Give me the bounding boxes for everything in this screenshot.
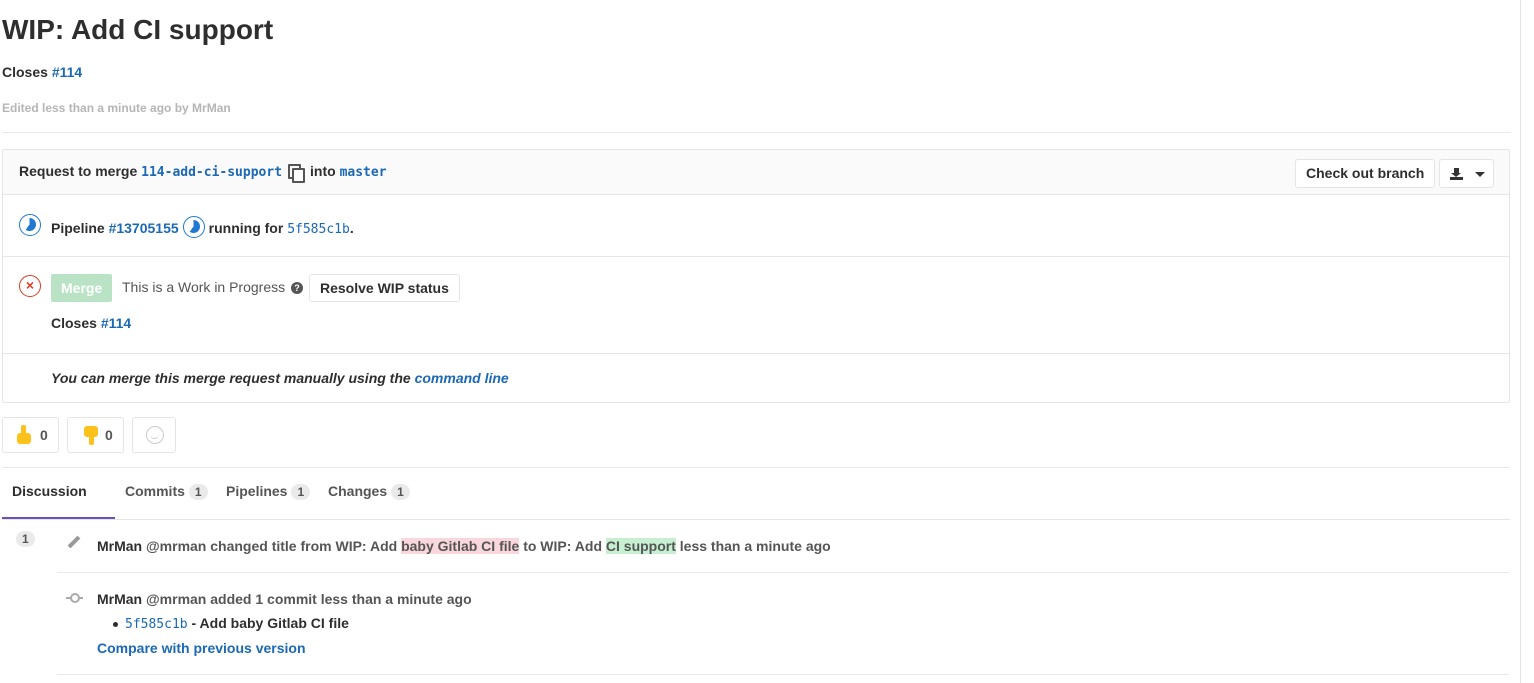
source-branch-link[interactable]: 114-add-ci-support [141, 165, 282, 180]
thumbsup-count: 0 [40, 427, 48, 443]
request-text: Request to merge [19, 163, 142, 179]
author-link[interactable]: MrMan [97, 538, 142, 554]
note-text: MrMan @mrman added 1 commit less than a … [97, 591, 472, 607]
command-line-text: You can merge this merge request manuall… [51, 370, 415, 386]
merge-row: × Merge This is a Work in Progress ? Res… [3, 257, 1509, 354]
target-branch-link[interactable]: master [340, 165, 387, 180]
add-reaction-button[interactable] [132, 417, 176, 453]
tab-discussion[interactable]: Discussion 1 [2, 468, 115, 547]
check-out-branch-button[interactable]: Check out branch [1295, 159, 1436, 188]
tab-count-badge: 1 [188, 484, 208, 500]
tab-count-badge: 1 [16, 531, 35, 547]
branch-info: Request to merge 114-add-ci-support into … [19, 163, 387, 183]
wip-text: This is a Work in Progress [122, 279, 286, 295]
thumbsdown-award-button[interactable]: 0 [67, 417, 124, 453]
command-line-link[interactable]: command line [415, 370, 509, 386]
pipeline-row: Pipeline #13705155 running for 5f585c1b. [3, 195, 1509, 257]
tab-label: Discussion [12, 483, 87, 499]
pipeline-status-text: running for [208, 220, 288, 236]
author-handle: @mrman [146, 591, 207, 607]
command-line-info: You can merge this merge request manuall… [51, 370, 509, 386]
note-body: changed title from WIP: Add [206, 538, 402, 554]
tab-changes[interactable]: Changes 1 [318, 468, 420, 519]
page-title: WIP: Add CI support [2, 14, 274, 45]
thumbsup-award-button[interactable]: 0 [2, 417, 59, 453]
commit-link[interactable]: 5f585c1b [287, 222, 350, 237]
removed-text: baby Gitlab CI file [401, 538, 520, 554]
mr-description: Closes #114 [2, 64, 82, 80]
status-running-icon[interactable] [182, 216, 205, 238]
thumbsdown-icon [80, 425, 100, 445]
note-body: added 1 commit less than a minute ago [206, 591, 472, 607]
divider [1520, 0, 1521, 683]
command-line-row: You can merge this merge request manuall… [3, 354, 1509, 402]
tab-pipelines[interactable]: Pipelines 1 [216, 468, 320, 519]
system-note: MrMan @mrman added 1 commit less than a … [57, 573, 1509, 675]
note-text: MrMan @mrman changed title from WIP: Add… [97, 538, 831, 554]
thumbsdown-count: 0 [105, 427, 113, 443]
pipeline-info: Pipeline #13705155 running for 5f585c1b. [51, 216, 354, 238]
commit-icon [66, 593, 83, 603]
merge-button: Merge [51, 274, 113, 302]
commit-message: - Add baby Gitlab CI file [187, 615, 349, 631]
issue-link[interactable]: #114 [101, 315, 131, 331]
added-text: CI support [605, 538, 676, 554]
description-text: Closes [2, 64, 52, 80]
compare-link[interactable]: Compare with previous version [97, 640, 306, 656]
question-icon[interactable]: ? [291, 282, 304, 294]
tab-label: Changes [328, 483, 388, 499]
smiley-icon [146, 426, 164, 444]
author-handle: @mrman [146, 538, 207, 554]
pipeline-link[interactable]: #13705155 [109, 220, 179, 236]
note-body: to WIP: Add [519, 538, 606, 554]
divider [2, 132, 1511, 133]
widget-header: Request to merge 114-add-ci-support into … [3, 150, 1509, 195]
author-link[interactable]: MrMan [97, 591, 142, 607]
tab-commits[interactable]: Commits 1 [115, 468, 218, 519]
merge-request-widget: Request to merge 114-add-ci-support into … [2, 149, 1510, 403]
mr-tabs: Discussion1 Commits 1 Pipelines 1 Changes 1 [2, 468, 1510, 547]
note-time: less than a minute ago [675, 538, 831, 554]
download-dropdown-button[interactable] [1439, 159, 1494, 188]
commit-link[interactable]: 5f585c1b [125, 617, 188, 632]
edited-info: Edited less than a minute ago by MrMan [2, 101, 231, 115]
status-running-icon[interactable] [19, 214, 41, 236]
resolve-wip-button[interactable]: Resolve WIP status [309, 274, 460, 302]
download-icon [1450, 168, 1463, 180]
copy-icon[interactable] [288, 164, 306, 183]
chevron-down-icon [1475, 172, 1485, 177]
period-text: . [349, 220, 354, 236]
system-note: MrMan @mrman changed title from WIP: Add… [57, 520, 1509, 573]
into-text: into [310, 163, 340, 179]
status-failed-icon: × [19, 275, 41, 297]
closes-info: Closes #114 [51, 315, 131, 331]
issue-link[interactable]: #114 [52, 64, 82, 80]
list-item: 5f585c1b - Add baby Gitlab CI file [113, 615, 349, 632]
pipeline-text: Pipeline [51, 220, 109, 236]
thumbsup-icon [15, 425, 35, 445]
pencil-icon [67, 535, 81, 549]
tab-label: Pipelines [226, 483, 288, 499]
tab-label: Commits [125, 483, 185, 499]
closes-text: Closes [51, 315, 101, 331]
tab-count-badge: 1 [291, 484, 311, 500]
tab-count-badge: 1 [391, 484, 410, 500]
wip-status: This is a Work in Progress ? [122, 279, 304, 295]
